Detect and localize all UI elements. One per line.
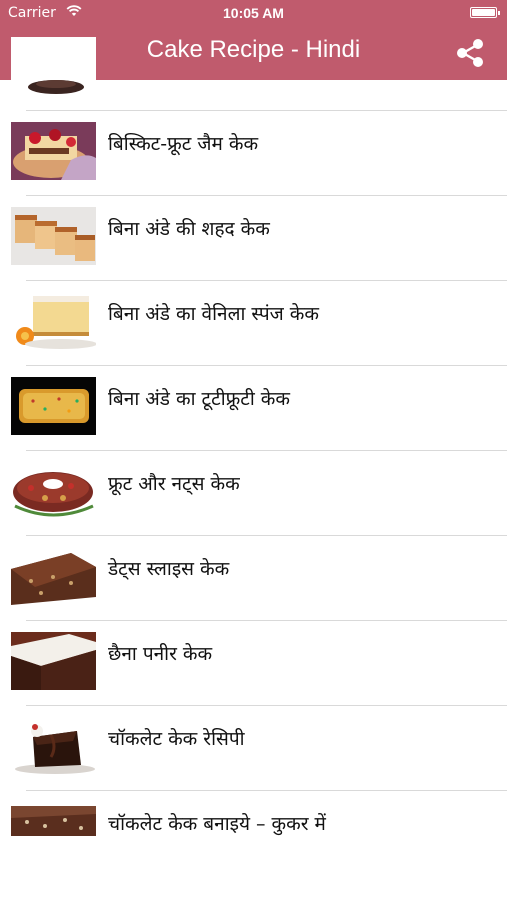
cake-thumbnail (11, 717, 96, 775)
list-item-recipe-6[interactable]: डेट्स स्लाइस केक (0, 536, 507, 621)
recipe-label: फ्रूट और नट्स केक (108, 473, 240, 495)
list-item-recipe-7[interactable]: छैना पनीर केक (0, 621, 507, 706)
list-item-recipe-4[interactable]: बिना अंडे का टूटीफ्रूटी केक (0, 366, 507, 451)
cake-thumbnail (11, 802, 96, 836)
cake-thumbnail (11, 377, 96, 435)
recipe-label: छैना पनीर केक (108, 643, 213, 665)
clock: 10:05 AM (223, 5, 284, 21)
battery-icon (470, 7, 500, 18)
list-item-recipe-3[interactable]: बिना अंडे का वेनिला स्पंज केक (0, 281, 507, 366)
cake-thumbnail (11, 122, 96, 180)
list-item-recipe-1[interactable]: बिस्किट-फ्रूट जैम केक (0, 111, 507, 196)
recipe-label: बिना अंडे का टूटीफ्रूटी केक (108, 388, 290, 410)
recipe-label: चॉकलेट केक रेसिपी (108, 728, 245, 750)
recipe-label: बिना अंडे का वेनिला स्पंज केक (108, 303, 319, 325)
list-item-recipe-2[interactable]: बिना अंडे की शहद केक (0, 196, 507, 281)
cake-thumbnail (11, 547, 96, 605)
list-item-recipe-9[interactable]: चॉकलेट केक बनाइये – कुकर में (0, 791, 507, 876)
cake-thumbnail (11, 207, 96, 265)
recipe-label: चॉकलेट केक बनाइये – कुकर में (108, 813, 326, 835)
cake-thumbnail (11, 632, 96, 690)
cake-thumbnail (11, 292, 96, 350)
cake-thumbnail (11, 37, 96, 95)
cake-thumbnail (11, 462, 96, 520)
list-item-partial[interactable] (0, 26, 507, 111)
recipe-label: डेट्स स्लाइस केक (108, 558, 230, 580)
status-bar: Carrier 10:05 AM (0, 0, 507, 26)
list-item-recipe-8[interactable]: चॉकलेट केक रेसिपी (0, 706, 507, 791)
list-item-recipe-5[interactable]: फ्रूट और नट्स केक (0, 451, 507, 536)
recipe-label: बिना अंडे की शहद केक (108, 218, 270, 240)
recipe-label: बिस्किट-फ्रूट जैम केक (108, 133, 259, 155)
